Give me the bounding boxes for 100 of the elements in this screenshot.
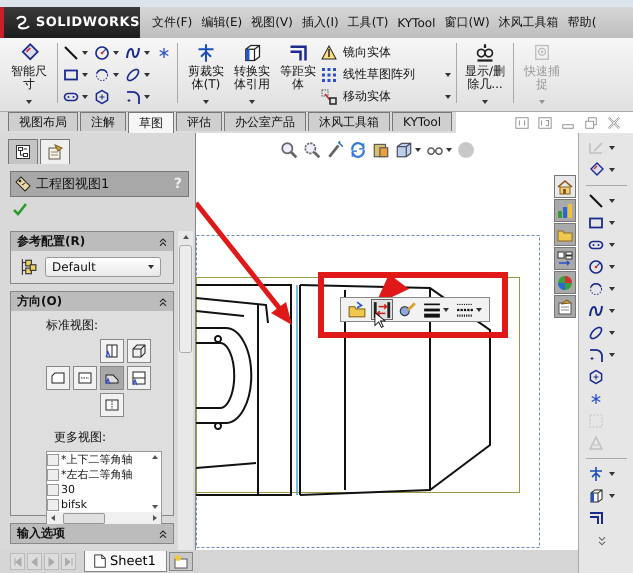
circle-icon [457,141,475,159]
scroll-thumb[interactable] [63,512,105,524]
menu-item[interactable]: 帮助( [568,14,596,31]
scroll-down-icon[interactable] [152,505,158,509]
toolbar-button[interactable] [371,299,393,320]
menu-item[interactable]: 插入(I) [302,14,339,31]
collapse-icon[interactable] [157,296,169,308]
tile-icon[interactable] [538,116,552,130]
tab[interactable]: 注解 [80,112,126,131]
offset-icon [588,510,604,526]
caret-icon [609,221,615,225]
scroll-right-icon[interactable] [153,515,157,521]
menu-item[interactable]: 沐风工具箱 [498,14,559,31]
list-item[interactable]: *上下二等角轴 [61,452,132,467]
list-item[interactable]: *左右二等角轴 [61,467,132,482]
ribbon-button[interactable]: 显示/删除几... [462,41,508,107]
add-sheet-button[interactable] [168,552,193,571]
view-button[interactable] [100,366,124,390]
trim-icon [196,43,216,63]
view-button[interactable] [100,339,124,363]
house-icon [557,178,573,194]
menu-button[interactable]: 线性草图阵列 [321,65,451,84]
caret-icon [82,72,88,76]
part-drawing[interactable] [196,284,491,496]
field-label: 标准视图: [46,317,100,333]
ribbon-button[interactable]: 等距实体 [275,41,321,107]
check-icon[interactable] [12,201,28,217]
menu-item[interactable]: KYTool [397,16,436,30]
menu-item[interactable]: 工具(T) [348,14,388,31]
arc-tool[interactable] [94,66,119,83]
view-tool-button[interactable] [395,141,421,159]
wand-icon [326,141,344,159]
tab[interactable]: KYTool [392,112,452,131]
view-button[interactable] [100,393,124,417]
ellipse-icon [125,66,141,82]
caret-icon [609,353,615,357]
glasses-icon [475,43,495,63]
view-icon [50,370,66,386]
view-button[interactable] [127,366,151,390]
menu-button[interactable]: 镜向实体 [321,43,451,62]
checkbox[interactable] [47,484,59,496]
ribbon-button[interactable]: 剪裁实体(T) [183,41,229,107]
caret-icon [445,94,451,98]
collapse-icon[interactable] [157,528,169,540]
tab[interactable]: 办公室产品 [224,112,306,131]
caret-icon [609,168,615,172]
ellipse-icon [588,325,604,341]
checkbox[interactable] [47,498,59,510]
view-button[interactable] [46,366,70,390]
panel-tab[interactable] [8,139,38,164]
task-pane-tab[interactable] [554,247,576,270]
view-tool-button[interactable] [326,141,344,159]
caret-icon [445,72,451,76]
view-button[interactable] [127,339,151,363]
view-icon [104,343,120,359]
menu-item[interactable]: 窗口(W) [444,14,490,31]
ribbon-button[interactable]: 智能尺寸 [6,41,52,107]
tab[interactable]: 沐风工具箱 [308,112,390,131]
view-button[interactable] [73,366,97,390]
list-item[interactable]: 30 [61,483,75,496]
scroll-left-icon[interactable] [51,515,55,521]
circle-tool[interactable] [94,44,119,61]
configuration-dropdown[interactable]: Default [45,257,161,277]
view-tool-button[interactable] [303,141,321,159]
checkbox[interactable] [47,454,59,466]
restore-icon[interactable] [584,116,598,130]
menu-item[interactable]: 编辑(E) [201,14,242,31]
rotate-icon [349,141,367,159]
grid-icon [321,66,337,82]
arc-icon [94,66,110,82]
move-icon [321,88,337,104]
line-tool[interactable] [63,44,88,61]
scroll-up-icon[interactable] [152,455,158,459]
tab[interactable]: 视图布局 [8,112,78,131]
menu-item[interactable]: 视图(V) [251,14,293,31]
tile-icon[interactable] [515,116,529,130]
tab[interactable]: 评估 [176,112,222,131]
ellipse-tool[interactable] [125,66,150,83]
section-view-icon [372,141,390,159]
expand-icon[interactable] [596,535,608,547]
menu-item[interactable]: 文件(F) [152,14,192,31]
view-tool-button[interactable] [372,141,390,159]
fillet-tool[interactable] [125,88,150,105]
scroll-up-icon[interactable] [182,235,188,239]
scroll-thumb[interactable] [179,245,192,353]
list-item[interactable]: bifsk [61,498,88,511]
menu-button[interactable]: 移动实体 [321,87,451,106]
close-icon[interactable] [607,116,621,130]
nav-arrow-icon [64,556,72,566]
offset-icon [288,43,308,63]
view-tool-button[interactable] [280,141,298,159]
fillet-icon [588,347,604,363]
ribbon-button[interactable]: 转换实体引用 [229,41,275,107]
tab[interactable]: 草图 [128,112,174,133]
view-icon [77,370,93,386]
task-pane-tab[interactable] [554,295,576,318]
checkbox[interactable] [47,468,59,480]
collapse-icon[interactable] [157,236,169,248]
sheet-tab[interactable]: Sheet1 [84,551,167,572]
panel-tab[interactable] [40,139,70,164]
